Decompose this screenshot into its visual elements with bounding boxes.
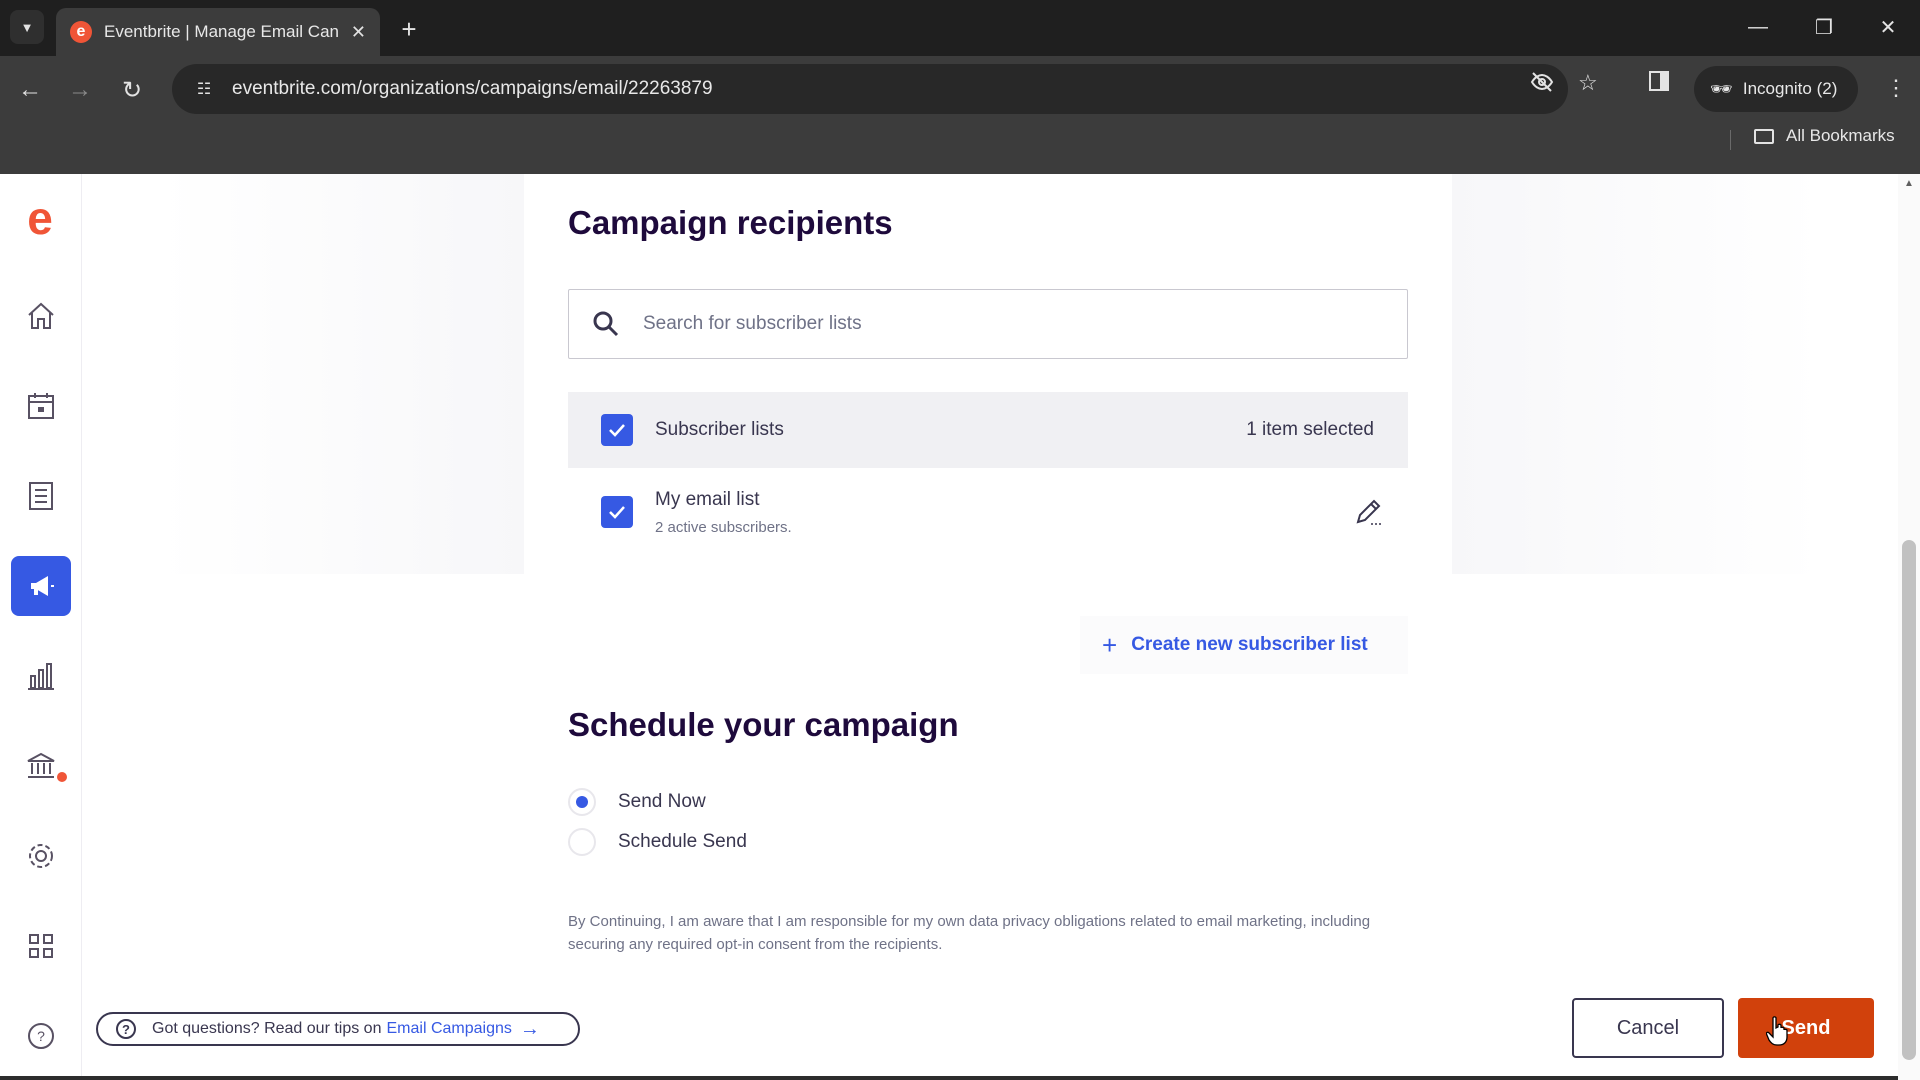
restore-icon[interactable]: ❐ xyxy=(1804,10,1844,44)
pencil-icon[interactable] xyxy=(1352,496,1384,528)
browser-tabbar: ▼ e Eventbrite | Manage Email Can ✕ + — … xyxy=(0,0,1920,56)
help-banner: ? Got questions? Read our tips on Email … xyxy=(96,1012,580,1046)
create-subscriber-list-label: Create new subscriber list xyxy=(1131,634,1368,655)
tab-title: Eventbrite | Manage Email Can xyxy=(104,22,339,41)
bookmark-star-icon[interactable]: ☆ xyxy=(1578,70,1598,96)
background-shade-right xyxy=(1452,174,1822,574)
eventbrite-favicon-icon: e xyxy=(70,21,92,43)
search-input[interactable] xyxy=(643,313,1343,335)
settings-icon[interactable] xyxy=(11,826,71,886)
eventbrite-logo[interactable]: e xyxy=(18,195,62,242)
all-bookmarks-label: All Bookmarks xyxy=(1786,126,1895,145)
selected-count: 1 item selected xyxy=(1246,419,1374,440)
side-panel-icon[interactable] xyxy=(1648,70,1670,98)
question-icon: ? xyxy=(116,1019,136,1039)
arrow-right-icon[interactable]: → xyxy=(520,1018,540,1041)
create-subscriber-list-button[interactable]: + Create new subscriber list xyxy=(1080,616,1408,674)
sidebar: e ? xyxy=(0,174,82,1080)
schedule-send-option[interactable]: Schedule Send xyxy=(568,828,747,856)
list-name: My email list xyxy=(655,488,760,510)
notification-dot xyxy=(57,772,67,782)
schedule-send-radio[interactable] xyxy=(568,828,596,856)
browser-tab[interactable]: e Eventbrite | Manage Email Can ✕ xyxy=(56,8,380,56)
app-content: e ? Campaign recipients Search for subsc… xyxy=(0,174,1920,1080)
hand-cursor-icon xyxy=(1766,1016,1788,1046)
reload-icon[interactable]: ↻ xyxy=(112,70,152,110)
svg-text:?: ? xyxy=(37,1028,45,1044)
schedule-send-label: Schedule Send xyxy=(618,831,747,852)
help-text: Got questions? Read our tips on xyxy=(152,1020,382,1037)
all-bookmarks-button[interactable]: All Bookmarks xyxy=(1754,126,1895,146)
send-now-option[interactable]: Send Now xyxy=(568,788,706,816)
list-item[interactable]: My email list 2 active subscribers. xyxy=(568,470,1408,554)
window-close-icon[interactable]: ✕ xyxy=(1868,10,1908,44)
cancel-button[interactable]: Cancel xyxy=(1572,998,1724,1058)
bookmarks-divider xyxy=(1730,130,1731,150)
plus-icon: + xyxy=(1102,629,1118,660)
recipients-heading: Campaign recipients xyxy=(568,204,893,241)
incognito-label: Incognito (2) xyxy=(1742,79,1838,98)
folder-icon xyxy=(1754,128,1774,144)
home-icon[interactable] xyxy=(11,286,71,346)
site-info-icon[interactable]: ☷ xyxy=(184,79,224,99)
schedule-heading: Schedule your campaign xyxy=(568,706,959,743)
finance-icon[interactable] xyxy=(11,736,71,796)
email-campaigns-link[interactable]: Email Campaigns xyxy=(386,1020,511,1038)
url-text: eventbrite.com/organizations/campaigns/e… xyxy=(232,78,713,99)
address-bar[interactable]: ☷ eventbrite.com/organizations/campaigns… xyxy=(172,64,1568,114)
select-all-checkbox[interactable] xyxy=(601,414,633,446)
subscriber-lists-label: Subscriber lists xyxy=(655,419,784,440)
apps-icon[interactable] xyxy=(11,916,71,976)
radio-selected-dot xyxy=(576,796,588,808)
campaign-panel: Campaign recipients Subscriber lists 1 i… xyxy=(524,174,1452,984)
browser-toolbar: ← → ↻ ☷ eventbrite.com/organizations/cam… xyxy=(0,56,1920,174)
incognito-icon: 🕶 xyxy=(1710,78,1733,99)
eye-off-icon[interactable] xyxy=(1530,70,1554,100)
page-scrollbar[interactable]: ▲ xyxy=(1898,174,1920,1080)
scroll-thumb[interactable] xyxy=(1902,540,1916,1060)
subscriber-lists-header: Subscriber lists 1 item selected xyxy=(568,392,1408,468)
list-checkbox[interactable] xyxy=(601,496,633,528)
incognito-button[interactable]: 🕶 Incognito (2) xyxy=(1694,66,1858,112)
bottom-border xyxy=(0,1076,1898,1080)
send-now-radio[interactable] xyxy=(568,788,596,816)
tab-search-button[interactable]: ▼ xyxy=(10,10,44,44)
send-button[interactable]: Send xyxy=(1738,998,1874,1058)
send-now-label: Send Now xyxy=(618,791,706,812)
help-icon[interactable]: ? xyxy=(11,1006,71,1066)
subscriber-search[interactable] xyxy=(568,289,1408,359)
tab-close-icon[interactable]: ✕ xyxy=(351,22,366,43)
reports-icon[interactable] xyxy=(11,646,71,706)
check-icon xyxy=(609,506,625,519)
privacy-disclaimer: By Continuing, I am aware that I am resp… xyxy=(568,913,1371,953)
orders-icon[interactable] xyxy=(11,466,71,526)
back-icon[interactable]: ← xyxy=(10,70,50,110)
calendar-icon[interactable] xyxy=(11,376,71,436)
new-tab-button[interactable]: + xyxy=(392,12,426,46)
forward-icon[interactable]: → xyxy=(60,70,100,110)
scroll-up-icon[interactable]: ▲ xyxy=(1904,178,1914,189)
marketing-icon[interactable] xyxy=(11,556,71,616)
background-shade-left xyxy=(160,174,524,574)
search-icon xyxy=(593,311,619,337)
list-subscriber-count: 2 active subscribers. xyxy=(655,518,792,536)
list-info: My email list 2 active subscribers. xyxy=(655,489,792,536)
check-icon xyxy=(609,424,625,437)
minimize-icon[interactable]: — xyxy=(1738,10,1778,44)
browser-menu-icon[interactable]: ⋮ xyxy=(1876,68,1916,108)
